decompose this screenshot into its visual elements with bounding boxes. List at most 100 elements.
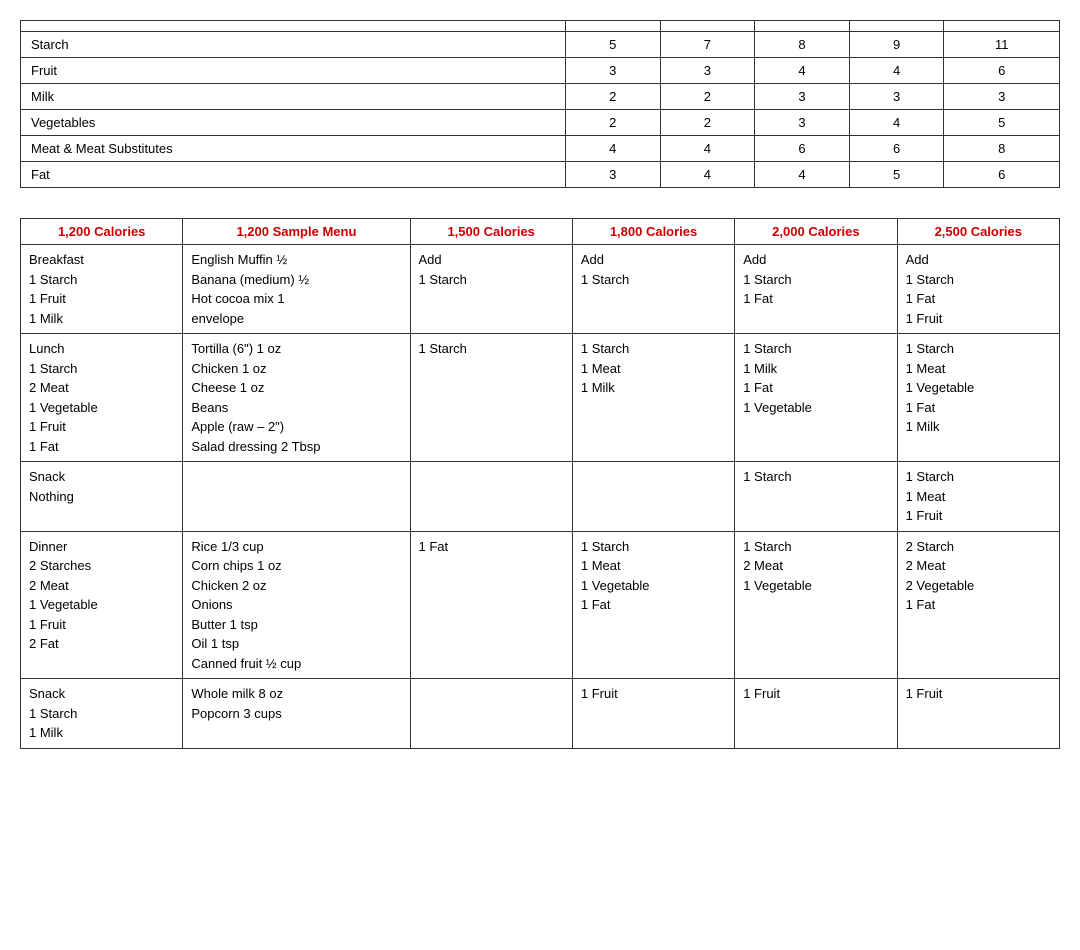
sample-cell: 1 Starch 1 Meat 1 Vegetable 1 Fat 1 Milk [897,334,1059,462]
category-label: Starch [21,32,566,58]
table-cell: 6 [944,162,1060,188]
cell-text: 1 Starch 1 Meat 1 Vegetable 1 Fat 1 Milk [906,341,975,434]
sample-cell: 1 Starch [735,462,897,532]
cell-text: Rice 1/3 cup Corn chips 1 oz Chicken 2 o… [191,539,301,671]
calorie-header-2000 [849,21,944,32]
cell-text: 1 Fat [419,539,449,554]
table-cell: 8 [755,32,850,58]
cell-text: 1 Starch [419,341,467,356]
sample-cell: 1 Starch 1 Meat 1 Fruit [897,462,1059,532]
sample-cell: 2 Starch 2 Meat 2 Vegetable 1 Fat [897,531,1059,679]
sample-cell: Snack Nothing [21,462,183,532]
cell-text: Add 1 Starch 1 Fat 1 Fruit [906,252,954,326]
sample-cell: Rice 1/3 cup Corn chips 1 oz Chicken 2 o… [183,531,410,679]
cell-text: Add 1 Starch [419,252,467,287]
cell-text: Breakfast 1 Starch 1 Fruit 1 Milk [29,252,84,326]
sample-cell: Add 1 Starch 1 Fat [735,245,897,334]
table-cell: 3 [755,110,850,136]
sample-col-header: 2,000 Calories [735,219,897,245]
sample-cell: Add 1 Starch [572,245,734,334]
sample-col-header: 1,500 Calories [410,219,572,245]
calorie-header-2500 [944,21,1060,32]
table-cell: 7 [660,32,755,58]
category-label: Milk [21,84,566,110]
table-cell: 3 [660,58,755,84]
calorie-header-1200 [565,21,660,32]
table-cell: 3 [565,58,660,84]
table-cell: 2 [565,84,660,110]
sample-cell: Whole milk 8 oz Popcorn 3 cups [183,679,410,749]
sample-cell: Lunch 1 Starch 2 Meat 1 Vegetable 1 Frui… [21,334,183,462]
cell-text: 1 Starch 2 Meat 1 Vegetable [743,539,812,593]
table-cell: 2 [660,84,755,110]
sample-cell [410,679,572,749]
sample-cell: Snack 1 Starch 1 Milk [21,679,183,749]
cell-text: 2 Starch 2 Meat 2 Vegetable 1 Fat [906,539,975,613]
table-cell: 11 [944,32,1060,58]
table-cell: 5 [944,110,1060,136]
table-cell: 6 [849,136,944,162]
sample-cell: Tortilla (6") 1 oz Chicken 1 oz Cheese 1… [183,334,410,462]
table-cell: 4 [660,136,755,162]
sample-cell: Dinner 2 Starches 2 Meat 1 Vegetable 1 F… [21,531,183,679]
cell-text: Snack 1 Starch 1 Milk [29,686,77,740]
cell-text: Tortilla (6") 1 oz Chicken 1 oz Cheese 1… [191,341,320,454]
sample-cell: 1 Starch 1 Meat 1 Vegetable 1 Fat [572,531,734,679]
table-cell: 2 [565,110,660,136]
sample-cell: 1 Fat [410,531,572,679]
cell-text: 1 Starch 1 Meat 1 Vegetable 1 Fat [581,539,650,613]
cell-text: Add 1 Starch [581,252,629,287]
table-cell: 6 [755,136,850,162]
table-cell: 2 [660,110,755,136]
calorie-header-1800 [755,21,850,32]
table-cell: 4 [755,162,850,188]
sample-col-header: 1,800 Calories [572,219,734,245]
table-cell: 4 [849,110,944,136]
sample-cell: 1 Starch [410,334,572,462]
table-cell: 3 [755,84,850,110]
sample-cell: Breakfast 1 Starch 1 Fruit 1 Milk [21,245,183,334]
cell-text: 1 Starch [743,469,791,484]
sample-cell [572,462,734,532]
sample-cell: English Muffin ½ Banana (medium) ½ Hot c… [183,245,410,334]
sample-col-header: 2,500 Calories [897,219,1059,245]
cell-text: 1 Starch 1 Meat 1 Fruit [906,469,954,523]
cell-text: 1 Fruit [743,686,780,701]
cell-text: Dinner 2 Starches 2 Meat 1 Vegetable 1 F… [29,539,98,652]
table-cell: 3 [944,84,1060,110]
cell-text: 1 Starch 1 Meat 1 Milk [581,341,629,395]
table-cell: 4 [755,58,850,84]
table-cell: 4 [565,136,660,162]
sample-cell: 1 Starch 2 Meat 1 Vegetable [735,531,897,679]
table-cell: 5 [565,32,660,58]
sample-cell: Add 1 Starch 1 Fat 1 Fruit [897,245,1059,334]
category-label: Fat [21,162,566,188]
table-title [21,21,566,32]
sample-menu-table: 1,200 Calories1,200 Sample Menu1,500 Cal… [20,218,1060,749]
table-cell: 8 [944,136,1060,162]
table-cell: 3 [565,162,660,188]
table-cell: 9 [849,32,944,58]
category-label: Fruit [21,58,566,84]
table-cell: 4 [849,58,944,84]
table-cell: 5 [849,162,944,188]
cell-text: 1 Starch 1 Milk 1 Fat 1 Vegetable [743,341,812,415]
sample-cell [183,462,410,532]
cell-text: Add 1 Starch 1 Fat [743,252,791,306]
cell-text: English Muffin ½ Banana (medium) ½ Hot c… [191,252,309,326]
calorie-meal-plans-table: Starch578911Fruit33446Milk22333Vegetable… [20,20,1060,188]
sample-cell: 1 Fruit [897,679,1059,749]
table-cell: 3 [849,84,944,110]
cell-text: Lunch 1 Starch 2 Meat 1 Vegetable 1 Frui… [29,341,98,454]
table-cell: 6 [944,58,1060,84]
sample-cell: 1 Fruit [735,679,897,749]
sample-col-header: 1,200 Calories [21,219,183,245]
category-label: Meat & Meat Substitutes [21,136,566,162]
table-cell: 4 [660,162,755,188]
sample-col-header: 1,200 Sample Menu [183,219,410,245]
cell-text: 1 Fruit [906,686,943,701]
cell-text: Whole milk 8 oz Popcorn 3 cups [191,686,283,721]
sample-cell: Add 1 Starch [410,245,572,334]
cell-text: Snack Nothing [29,469,74,504]
category-label: Vegetables [21,110,566,136]
